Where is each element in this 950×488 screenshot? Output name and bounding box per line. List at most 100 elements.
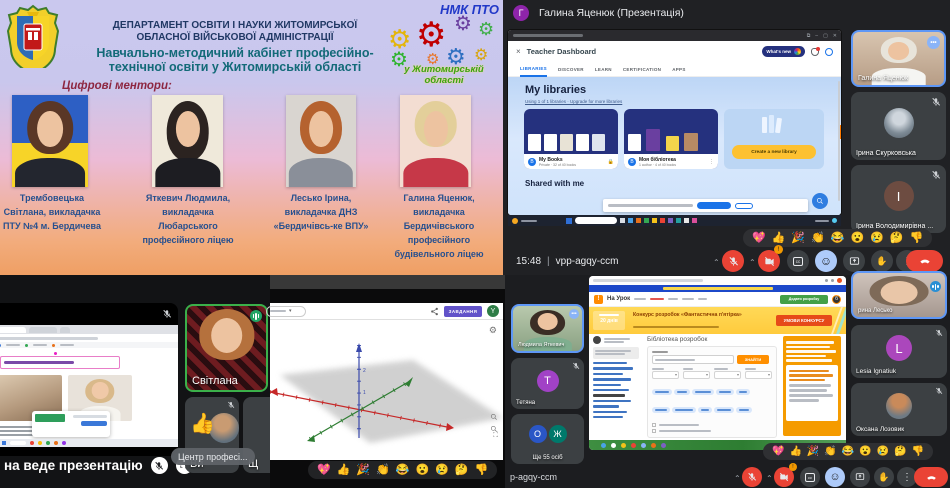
participant-tile[interactable]: Світлана xyxy=(185,304,268,392)
filter-selects[interactable] xyxy=(652,368,772,379)
zoom-fab[interactable] xyxy=(812,193,828,209)
chevron-up-icon[interactable]: ⌃ xyxy=(766,474,773,483)
more-horizontal-icon[interactable]: ••• xyxy=(569,309,579,319)
geogebra-window[interactable]: ▾ ЗАВДАННЯ Y ⚙ 2 1 ⛶ xyxy=(270,303,503,460)
mic-off-button[interactable] xyxy=(151,457,168,474)
minimize-icon[interactable]: – xyxy=(815,33,818,39)
reactions-button[interactable]: ☺ xyxy=(825,467,845,487)
emoji-button[interactable]: 💖 xyxy=(772,445,784,458)
shared-screen-tile[interactable] xyxy=(0,303,178,456)
emoji-button[interactable]: 🤔 xyxy=(894,445,906,458)
tag-chips[interactable] xyxy=(652,383,772,419)
present-button[interactable] xyxy=(850,467,870,487)
emoji-button[interactable]: 👎 xyxy=(910,231,924,245)
emoji-button[interactable]: 👍 xyxy=(789,445,801,458)
end-call-button[interactable] xyxy=(906,250,943,272)
search-input[interactable] xyxy=(652,355,734,364)
whats-new-button[interactable]: What's new xyxy=(762,46,805,57)
library-card-my-books[interactable]: B My BooksPrivate · 32 of 40 books 🔒 xyxy=(524,109,618,169)
more-horizontal-icon[interactable]: ••• xyxy=(927,36,940,49)
emoji-button[interactable]: 😂 xyxy=(831,231,845,245)
tab-discover[interactable]: DISCOVER xyxy=(558,67,584,72)
participant-tile[interactable]: рина Лесько xyxy=(851,271,947,319)
participant-tile[interactable]: ••• Людмила Яткевич xyxy=(511,304,584,353)
emoji-button[interactable]: 😢 xyxy=(870,231,884,245)
popup-window[interactable] xyxy=(32,411,110,437)
raise-hand-button[interactable]: ✋ xyxy=(874,467,894,487)
create-library-button[interactable]: Create a new library xyxy=(732,145,816,159)
emoji-button[interactable]: 😂 xyxy=(842,445,854,458)
mic-button[interactable] xyxy=(742,467,762,487)
captions-button[interactable]: cc xyxy=(787,250,809,272)
naurok-logo-text[interactable]: На Урок xyxy=(607,296,630,302)
participant-tile[interactable]: Т Тетяна xyxy=(511,358,584,409)
contest-rules-button[interactable]: УМОВИ КОНКУРСУ xyxy=(776,315,832,326)
chevron-up-icon[interactable]: ⌃ xyxy=(734,474,741,483)
tool-dropdown[interactable]: ▾ xyxy=(266,306,306,317)
more-vertical-icon[interactable]: ⋮ xyxy=(709,159,714,165)
user-avatar[interactable]: б xyxy=(832,295,841,304)
naurok-sidebar[interactable] xyxy=(593,336,641,421)
maximize-icon[interactable]: ▢ xyxy=(823,33,828,39)
emoji-button[interactable]: 👍 xyxy=(772,231,786,245)
emoji-button[interactable]: 👎 xyxy=(475,463,489,477)
emoji-button[interactable]: 💖 xyxy=(317,463,331,477)
emoji-button[interactable]: 😮 xyxy=(851,231,865,245)
tab-apps[interactable]: APPS xyxy=(672,67,685,72)
chevron-up-icon[interactable]: ⌃ xyxy=(749,258,756,267)
present-button[interactable] xyxy=(843,250,865,272)
scrollbar[interactable] xyxy=(838,81,841,201)
emoji-button[interactable]: 🎉 xyxy=(807,445,819,458)
share-icon[interactable] xyxy=(430,307,439,316)
emoji-button[interactable]: 😮 xyxy=(416,463,430,477)
tab-libraries[interactable]: LIBRARIES xyxy=(520,62,547,77)
emoji-button[interactable]: 👍 xyxy=(337,463,351,477)
participant-tile[interactable]: Оксана Лозовик xyxy=(851,383,947,436)
fullscreen-icon[interactable]: ⛶ xyxy=(493,432,498,440)
cookie-accept-button[interactable] xyxy=(697,202,731,209)
emoji-button[interactable]: 😢 xyxy=(435,463,449,477)
search-button[interactable]: ЗНАЙТИ xyxy=(737,355,769,364)
copy-icon[interactable]: ⧉ xyxy=(807,33,811,39)
close-icon[interactable]: ✕ xyxy=(833,33,837,39)
emoji-button[interactable]: 👏 xyxy=(824,445,836,458)
ad-box[interactable] xyxy=(783,336,841,436)
emoji-button[interactable]: 🎉 xyxy=(791,231,805,245)
checkbox-row[interactable] xyxy=(652,429,772,433)
emoji-button[interactable]: 👎 xyxy=(912,445,924,458)
user-avatar[interactable]: Y xyxy=(487,305,499,317)
windows-taskbar[interactable] xyxy=(508,215,841,226)
add-work-button[interactable]: Додати розробку xyxy=(780,295,828,304)
chevron-up-icon[interactable]: ⌃ xyxy=(713,258,720,267)
raise-hand-button[interactable]: ✋ xyxy=(871,250,893,272)
bell-icon[interactable] xyxy=(811,48,819,56)
close-icon[interactable]: × xyxy=(516,47,521,56)
library-card-shared[interactable]: B Моя бібліотека1 author · 4 of 40 books… xyxy=(624,109,718,169)
emoji-button[interactable]: 🤔 xyxy=(890,231,904,245)
mic-button[interactable] xyxy=(722,250,744,272)
emoji-button[interactable]: 🎉 xyxy=(356,463,370,477)
tab-learn[interactable]: LEARN xyxy=(595,67,612,72)
overflow-tile[interactable]: О Ж Ще 55 осіб xyxy=(511,414,584,464)
tab-certification[interactable]: CERTIFICATION xyxy=(623,67,661,72)
reactions-button[interactable]: ☺ xyxy=(815,250,837,272)
3d-graph[interactable]: 2 1 xyxy=(270,320,503,460)
address-bar[interactable] xyxy=(0,334,178,342)
participant-tile[interactable]: L Lesia Ignatiuk xyxy=(851,325,947,378)
emoji-button[interactable]: 🤔 xyxy=(455,463,469,477)
emoji-button[interactable]: 👏 xyxy=(376,463,390,477)
shared-screen-wizer[interactable]: ⧉ – ▢ ✕ × Teacher Dashboard What's new L… xyxy=(508,30,841,215)
section-subtitle[interactable]: Using 1 of 1 libraries · Upgrade for mor… xyxy=(525,99,622,104)
cookie-more-button[interactable] xyxy=(735,203,753,209)
account-icon[interactable] xyxy=(825,48,833,56)
emoji-button[interactable]: 😂 xyxy=(396,463,410,477)
task-button[interactable]: ЗАВДАННЯ xyxy=(444,306,482,317)
participant-tile[interactable]: ••• Галина Яценюк xyxy=(851,30,946,87)
captions-button[interactable]: cc xyxy=(800,467,820,487)
emoji-button[interactable]: 😮 xyxy=(859,445,871,458)
emoji-button[interactable]: 💖 xyxy=(752,231,766,245)
emoji-button[interactable]: 😢 xyxy=(877,445,889,458)
end-call-button[interactable] xyxy=(914,467,948,487)
emoji-button[interactable]: 👏 xyxy=(811,231,825,245)
participant-tile[interactable]: І Ірина Володимирівна ... xyxy=(851,165,946,233)
